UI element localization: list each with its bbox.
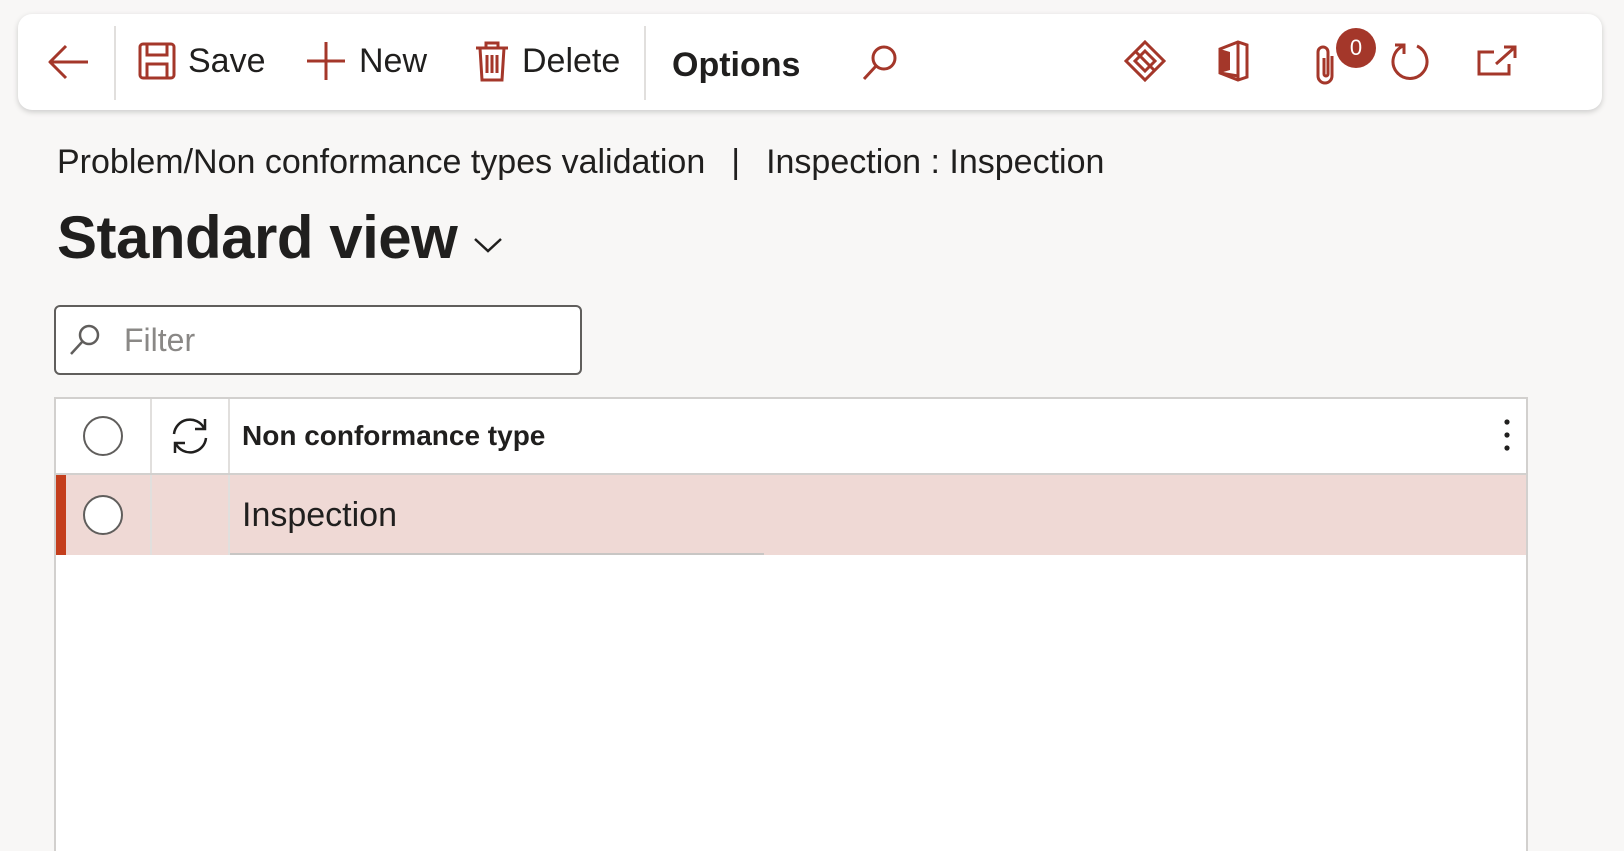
toolbar-divider	[644, 26, 646, 100]
search-icon	[862, 45, 897, 81]
breadcrumb-record: Inspection : Inspection	[766, 143, 1105, 181]
row-select-radio[interactable]	[83, 495, 123, 535]
open-in-new-window-button[interactable]	[1476, 44, 1518, 78]
breadcrumb-separator: |	[731, 143, 741, 181]
chevron-down-icon	[474, 237, 503, 253]
attachments-count-badge: 0	[1336, 28, 1376, 68]
toolbar-divider	[114, 26, 116, 100]
sync-icon[interactable]	[168, 414, 212, 458]
power-apps-icon	[1124, 40, 1166, 82]
grid-header: Non conformance type	[56, 399, 1526, 475]
delete-label: Delete	[522, 42, 621, 80]
non-conformance-type-value: Inspection	[242, 495, 397, 534]
table-row[interactable]: Inspection	[56, 475, 1526, 555]
attachments-button[interactable]: 0	[1312, 28, 1376, 88]
breadcrumb: Problem/Non conformance types validation…	[57, 143, 1104, 182]
cell-underline	[230, 553, 764, 555]
select-all-radio[interactable]	[83, 416, 123, 456]
filter-input[interactable]	[122, 320, 546, 360]
view-title: Standard view	[57, 204, 458, 271]
new-label: New	[359, 42, 428, 80]
popout-icon	[1477, 45, 1517, 76]
delete-button[interactable]: Delete	[474, 40, 620, 82]
filter-box[interactable]	[54, 305, 582, 375]
column-header-non-conformance-type[interactable]: Non conformance type	[230, 399, 1526, 473]
column-header-label: Non conformance type	[242, 420, 546, 451]
data-grid: Non conformance type Inspection	[54, 397, 1528, 851]
view-selector[interactable]: Standard view	[57, 203, 505, 272]
action-pane: Save New Delete Options 0	[18, 14, 1602, 110]
office-icon	[1218, 40, 1249, 82]
trash-icon	[476, 41, 508, 82]
save-button[interactable]: Save	[138, 42, 266, 80]
search-button[interactable]	[861, 44, 899, 82]
select-all-cell	[56, 399, 152, 473]
row-sync-cell	[152, 475, 230, 555]
breadcrumb-page: Problem/Non conformance types validation	[57, 143, 706, 181]
paperclip-icon	[1316, 45, 1334, 85]
refresh-icon	[1391, 43, 1429, 80]
office-button[interactable]	[1216, 40, 1250, 82]
new-button[interactable]: New	[305, 40, 427, 82]
save-icon	[138, 42, 176, 80]
row-select-cell	[56, 475, 152, 555]
options-label: Options	[672, 46, 801, 84]
more-options-icon[interactable]	[1502, 417, 1512, 453]
sync-cell	[152, 399, 230, 473]
back-button[interactable]	[46, 42, 90, 82]
options-tab[interactable]: Options	[672, 46, 800, 85]
save-label: Save	[188, 42, 266, 80]
power-apps-button[interactable]	[1124, 40, 1166, 82]
refresh-button[interactable]	[1389, 40, 1431, 82]
search-icon	[70, 324, 100, 355]
non-conformance-type-cell[interactable]: Inspection	[230, 475, 1526, 555]
back-arrow-icon	[48, 44, 88, 80]
plus-icon	[307, 42, 345, 80]
